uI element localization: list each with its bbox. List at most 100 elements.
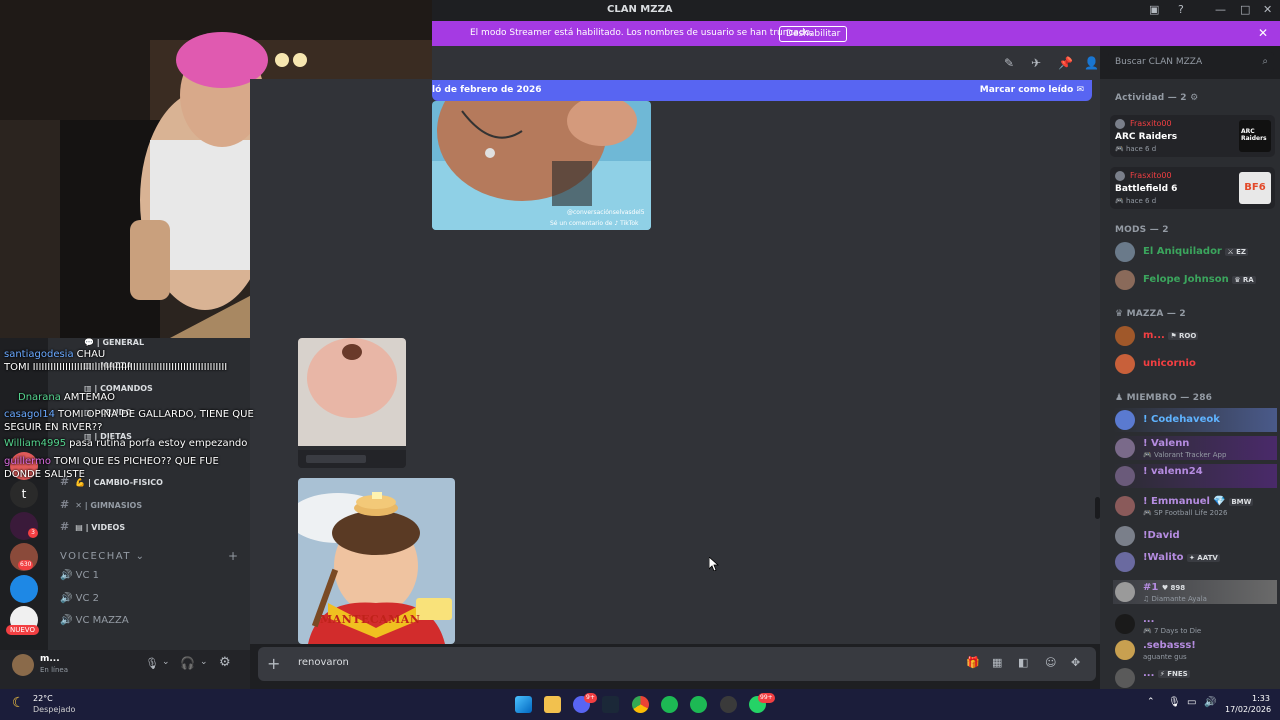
voice-channel[interactable]: 🔊 VC 1 — [60, 570, 99, 581]
windows-start-icon[interactable] — [515, 696, 532, 713]
member-name: ! Codehaveok — [1143, 414, 1220, 425]
member-item[interactable]: Felope Johnson ♛ RA — [1113, 268, 1277, 292]
member-name: ! valenn24 — [1143, 466, 1203, 477]
activity-time: 🎮 hace 6 d — [1115, 145, 1157, 153]
inbox-icon[interactable]: ▣ — [1149, 3, 1159, 16]
minimize-button[interactable]: — — [1215, 3, 1226, 16]
activity-game: Battlefield 6 — [1115, 184, 1178, 194]
avatar — [1115, 582, 1135, 602]
channel-gimnasios[interactable]: # ✕ | GIMNASIOS — [60, 498, 142, 511]
network-icon[interactable]: ▭ — [1187, 697, 1196, 708]
voice-channel[interactable]: 🔊 VC MAZZA — [60, 615, 129, 626]
avatar — [1115, 354, 1135, 374]
member-item[interactable]: ! Codehaveok — [1113, 408, 1277, 432]
miembro-header: ♟ MIEMBRO — 286 — [1115, 393, 1213, 403]
chevron-down-icon[interactable]: ⌄ — [200, 657, 208, 667]
clock-time: 1:33 — [1252, 694, 1270, 703]
gif-icon[interactable]: ▦ — [992, 656, 1002, 669]
battlefield-thumb: BF6 — [1239, 172, 1271, 204]
member-item[interactable]: .sebasss! aguante gus — [1113, 638, 1277, 662]
member-name: .sebasss! — [1143, 640, 1196, 651]
member-item[interactable]: unicornio — [1113, 352, 1277, 376]
avatar — [1115, 668, 1135, 688]
title-bar: CLAN MZZA ▣ ? — □ ✕ — [432, 0, 1280, 21]
server-icon[interactable]: t — [10, 480, 38, 508]
server-icon[interactable] — [10, 575, 38, 603]
activity-card[interactable]: Frasxito00 ARC Raiders 🎮 hace 6 d ARC Ra… — [1110, 115, 1275, 157]
member-activity: 🎮 7 Days to Die — [1143, 627, 1202, 635]
disable-streamer-button[interactable]: Deshabilitar — [779, 26, 848, 42]
add-channel-icon[interactable]: + — [228, 549, 238, 563]
steam-icon[interactable] — [602, 696, 619, 713]
message-image-pool[interactable]: @conversaciónselvasdel5 Sé un comentario… — [432, 101, 651, 230]
member-activity: 🎮 SP Football Life 2026 — [1143, 509, 1228, 517]
notification-bell-icon[interactable]: ✈ — [1031, 56, 1041, 70]
overlay-chat-line: TOMI IIIIIIIIIIIIIIIIIIIIIIIIIIIIIIIIIIII… — [4, 362, 228, 373]
streamer-mode-banner: El modo Streamer está habilitado. Los no… — [432, 21, 1280, 46]
member-item[interactable]: ! valenn24 — [1113, 464, 1277, 488]
avatar[interactable] — [12, 654, 34, 676]
weather-temp: 22°C — [33, 694, 53, 703]
headphones-icon[interactable]: 🎧 — [180, 656, 195, 670]
chrome-icon[interactable] — [632, 696, 649, 713]
member-name: !Walito ✦ AATV — [1143, 552, 1220, 563]
member-name: m... ⚑ ROO — [1143, 330, 1199, 341]
activity-game: ARC Raiders — [1115, 132, 1178, 142]
image-watermark: @conversaciónselvasdel5 — [567, 209, 645, 216]
emoji-icon[interactable]: ☺ — [1045, 656, 1056, 669]
member-item[interactable]: m... ⚑ ROO — [1113, 324, 1277, 348]
spotify-icon[interactable] — [661, 696, 678, 713]
member-item[interactable]: ! Emmanuel 💎 BMW 🎮 SP Football Life 2026 — [1113, 494, 1277, 518]
member-item[interactable]: !David — [1113, 524, 1277, 548]
settings-gear-icon[interactable]: ⚙ — [219, 655, 231, 670]
search-input[interactable]: Buscar CLAN MZZA ⌕ — [1108, 52, 1274, 72]
member-item[interactable]: ! Valenn 🎮 Valorant Tracker App — [1113, 436, 1277, 460]
activity-user: Frasxito00 — [1130, 119, 1172, 128]
member-item[interactable]: El Aniquilador ⚔ EZ — [1113, 240, 1277, 264]
sticker-icon[interactable]: ◧ — [1018, 656, 1028, 669]
apps-icon[interactable]: ✥ — [1071, 656, 1080, 669]
pin-icon[interactable]: 📌 — [1058, 56, 1073, 70]
help-icon[interactable]: ? — [1178, 3, 1184, 16]
member-activity: 🎮 Valorant Tracker App — [1143, 451, 1227, 459]
weather-moon-icon[interactable]: ☾ — [12, 695, 25, 711]
member-item[interactable]: #1 ♥ 898 ♫ Diamante Ayala — [1113, 580, 1277, 604]
overlay-chat-line: santiagodesia CHAU — [4, 349, 106, 360]
mark-as-read-button[interactable]: Marcar como leído ✉ — [980, 85, 1084, 95]
member-item[interactable]: !Walito ✦ AATV — [1113, 550, 1277, 574]
user-status: En línea — [40, 666, 69, 674]
channel-videos[interactable]: # ▤ | VIDEOS — [60, 520, 125, 533]
unread-bar[interactable]: ló de febrero de 2026 Marcar como leído … — [432, 80, 1092, 101]
mouse-cursor — [709, 557, 719, 571]
member-list-icon[interactable]: 👤 — [1084, 56, 1099, 70]
voice-category[interactable]: VOICECHAT ⌄ — [60, 551, 146, 562]
maximize-button[interactable]: □ — [1240, 3, 1250, 16]
chevron-down-icon[interactable]: ⌄ — [162, 657, 170, 667]
voice-channel[interactable]: 🔊 VC 2 — [60, 593, 99, 604]
close-window-button[interactable]: ✕ — [1263, 3, 1272, 16]
gift-icon[interactable]: 🎁 — [966, 656, 980, 669]
search-placeholder: Buscar CLAN MZZA — [1115, 57, 1203, 67]
microphone-tray-icon[interactable]: 🎙 — [1168, 697, 1181, 708]
channel-general[interactable]: 💬 | GENERAL — [84, 338, 144, 347]
app-icon[interactable] — [720, 696, 737, 713]
member-activity: aguante gus — [1143, 653, 1187, 661]
threads-icon[interactable]: ✎ — [1004, 56, 1014, 70]
member-activity: ♫ Diamante Ayala — [1143, 595, 1207, 603]
attach-plus-icon[interactable]: + — [267, 654, 280, 673]
member-item[interactable]: ... 🎮 7 Days to Die — [1113, 612, 1277, 636]
member-item[interactable]: ... ⚡ FNES — [1113, 666, 1277, 690]
message-image-face[interactable] — [298, 338, 406, 468]
banner-close-icon[interactable]: ✕ — [1258, 26, 1268, 40]
message-image-mantecaman[interactable]: MANTECAMAN — [298, 478, 455, 644]
file-explorer-icon[interactable] — [544, 696, 561, 713]
activity-card[interactable]: Frasxito00 Battlefield 6 🎮 hace 6 d BF6 — [1110, 167, 1275, 209]
chevron-up-icon[interactable]: ⌃ — [1147, 697, 1155, 707]
avatar — [1115, 270, 1135, 290]
spotify-icon[interactable] — [690, 696, 707, 713]
volume-icon[interactable]: 🔊 — [1204, 697, 1216, 708]
composer-text[interactable]: renovaron — [298, 657, 349, 668]
microphone-icon[interactable]: 🎙 — [145, 657, 159, 670]
message-composer[interactable]: + renovaron 🎁 ▦ ◧ ☺ ✥ — [258, 647, 1096, 681]
user-panel: m... En línea 🎙 ⌄ 🎧 ⌄ ⚙ — [0, 650, 250, 689]
